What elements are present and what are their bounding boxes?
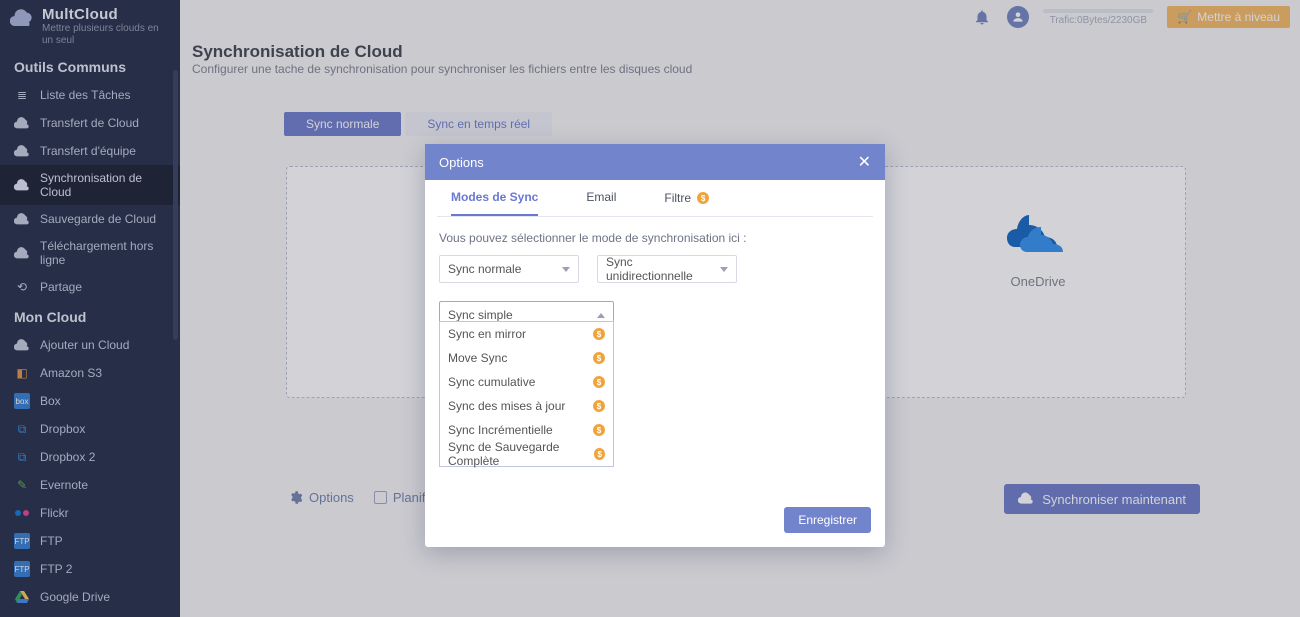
dropdown-item-updates[interactable]: Sync des mises à jour$ (440, 394, 613, 418)
pro-badge-icon: $ (593, 424, 605, 436)
options-modal: Options ✕ Modes de Sync Email Filtre$ Vo… (425, 144, 885, 547)
mode-hint: Vous pouvez sélectionner le mode de sync… (439, 231, 871, 245)
pro-badge-icon: $ (697, 192, 709, 204)
save-button[interactable]: Enregistrer (784, 507, 871, 533)
sync-mode-dropdown: Sync en mirror$ Move Sync$ Sync cumulati… (439, 321, 614, 467)
pro-badge-icon: $ (593, 400, 605, 412)
chevron-up-icon (597, 313, 605, 318)
sync-type-select[interactable]: Sync normale (439, 255, 579, 283)
dropdown-item-mirror[interactable]: Sync en mirror$ (440, 322, 613, 346)
modal-title: Options (439, 155, 484, 170)
chevron-down-icon (562, 267, 570, 272)
modal-tab-modes[interactable]: Modes de Sync (451, 190, 538, 216)
dropdown-item-cumulative[interactable]: Sync cumulative$ (440, 370, 613, 394)
pro-badge-icon: $ (593, 376, 605, 388)
modal-tabs: Modes de Sync Email Filtre$ (437, 180, 873, 217)
pro-badge-icon: $ (593, 352, 605, 364)
modal-tab-filter[interactable]: Filtre$ (664, 190, 709, 216)
modal-tab-email[interactable]: Email (586, 190, 616, 216)
dropdown-item-full-backup[interactable]: Sync de Sauvegarde Complète$ (440, 442, 613, 466)
pro-badge-icon: $ (594, 448, 605, 460)
chevron-down-icon (720, 267, 728, 272)
dropdown-item-incremental[interactable]: Sync Incrémentielle$ (440, 418, 613, 442)
sync-direction-select[interactable]: Sync unidirectionnelle (597, 255, 737, 283)
modal-close-button[interactable]: ✕ (858, 152, 871, 172)
pro-badge-icon: $ (593, 328, 605, 340)
dropdown-item-move[interactable]: Move Sync$ (440, 346, 613, 370)
